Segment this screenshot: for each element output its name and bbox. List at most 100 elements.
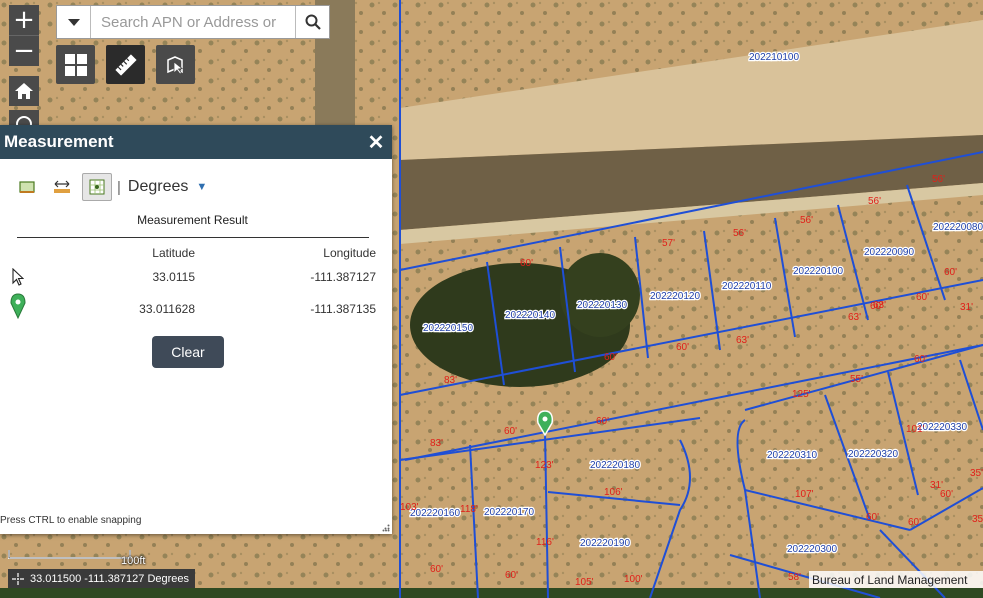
parcel-label[interactable]: 202220150 <box>422 322 475 336</box>
dimension-label: 31' <box>930 480 943 491</box>
cursor-latitude: 33.0115 <box>152 270 196 284</box>
marker-longitude: -111.387135 <box>310 302 376 316</box>
dimension-label: 55' <box>850 374 863 385</box>
measurement-panel: Measurement ✕ | Degrees ▼ Measurement Res… <box>0 125 392 534</box>
snap-hint: Press CTRL to enable snapping <box>0 515 142 526</box>
home-icon <box>15 83 33 99</box>
dimension-label: 83' <box>430 438 443 449</box>
coordinate-readout[interactable]: 33.011500 -111.387127 Degrees <box>8 569 196 588</box>
dimension-label: 106' <box>604 487 623 498</box>
parcel-label[interactable]: 202220120 <box>649 290 702 304</box>
dimension-label: 105' <box>575 577 594 588</box>
map-pin-icon <box>10 293 26 319</box>
bottom-vegetation <box>0 588 983 598</box>
area-measure-icon <box>19 181 35 193</box>
dimension-label: 118' <box>460 504 478 515</box>
dimension-label: 56' <box>733 228 746 239</box>
unit-dropdown[interactable]: Degrees ▼ <box>128 178 207 196</box>
dimension-label: 60' <box>596 416 609 427</box>
search-box <box>56 5 330 39</box>
dimension-label: 116' <box>536 537 554 548</box>
crosshair-icon <box>12 572 24 585</box>
location-tool-button[interactable] <box>82 173 112 201</box>
dimension-label: 56' <box>932 174 945 185</box>
dimension-label: 35' <box>970 468 983 479</box>
dimension-label: 125' <box>792 389 811 400</box>
tree-cluster <box>560 253 640 337</box>
parcel-label[interactable]: 202220170 <box>483 506 536 520</box>
parcel-label[interactable]: 202220090 <box>863 246 916 260</box>
dimension-label: 107' <box>795 489 814 500</box>
area-tool-button[interactable] <box>12 173 42 201</box>
distance-tool-button[interactable] <box>47 173 77 201</box>
longitude-header: Longitude <box>323 246 376 260</box>
scale-bar <box>8 550 131 559</box>
clear-button[interactable]: Clear <box>152 336 224 368</box>
search-icon <box>305 14 321 30</box>
identify-tool-button[interactable] <box>156 45 195 84</box>
parcel-label[interactable]: 202220110 <box>721 280 773 294</box>
dimension-label: 101' <box>906 424 925 435</box>
close-icon[interactable]: ✕ <box>364 130 388 155</box>
measure-tool-button[interactable] <box>106 45 145 84</box>
search-input[interactable] <box>91 6 295 38</box>
dimension-label: 60' <box>914 354 927 365</box>
dimension-label: 63' <box>873 300 886 311</box>
zoom-out-button[interactable]: − <box>9 35 39 66</box>
grid-icon <box>64 53 87 76</box>
unit-value: Degrees <box>127 178 189 195</box>
dimension-label: 60' <box>430 564 443 575</box>
toolbar-separator: | <box>117 178 121 196</box>
latitude-header: Latitude <box>152 246 195 260</box>
dimension-label: 60' <box>916 292 929 303</box>
zoom-in-button[interactable]: + <box>9 5 39 35</box>
result-divider <box>17 237 369 238</box>
dimension-label: 60' <box>604 352 617 363</box>
parcel-label[interactable]: 202210100 <box>748 51 801 65</box>
parcel-label[interactable]: 202220310 <box>766 449 819 463</box>
pointer-map-icon <box>166 55 183 75</box>
parcel-label[interactable]: 202220100 <box>792 265 845 279</box>
dimension-label: 63' <box>736 335 749 346</box>
dimension-label: 100' <box>624 574 643 585</box>
locate-icon <box>16 116 32 125</box>
measurement-tools: | Degrees ▼ <box>12 173 207 201</box>
locate-button[interactable] <box>9 110 39 125</box>
caret-down-icon: ▼ <box>196 181 208 193</box>
parcel-label[interactable]: 202220130 <box>576 299 629 313</box>
basemap-gallery-button[interactable] <box>56 45 95 84</box>
coordinate-text: 33.011500 -111.387127 Degrees <box>30 572 190 585</box>
resize-handle-icon[interactable] <box>382 524 390 532</box>
dimension-label: 60' <box>505 570 518 581</box>
parcel-label[interactable]: 202220140 <box>504 309 557 323</box>
dimension-label: 60' <box>944 267 957 278</box>
parcel-label[interactable]: 202220180 <box>589 459 642 473</box>
dimension-label: 60' <box>866 512 879 523</box>
attribution: Bureau of Land Management <box>809 571 983 588</box>
dimension-label: 58' <box>788 572 801 583</box>
dimension-label: 83' <box>444 375 457 386</box>
panel-title: Measurement <box>4 132 114 151</box>
dimension-label: 31' <box>960 302 973 313</box>
scale-label: 100ft <box>121 555 146 567</box>
dimension-label: 60' <box>908 517 921 528</box>
parcel-label[interactable]: 202220320 <box>847 448 900 462</box>
ruler-icon <box>114 53 137 76</box>
home-button[interactable] <box>9 76 39 106</box>
dimension-label: 35' <box>972 514 983 525</box>
dimension-label: 60' <box>676 342 689 353</box>
distance-measure-icon <box>54 180 70 193</box>
dimension-label: 60' <box>520 258 533 269</box>
dimension-label: 103' <box>400 502 419 513</box>
cursor-longitude: -111.387127 <box>310 270 376 284</box>
cursor-icon <box>12 268 24 286</box>
search-button[interactable] <box>295 6 329 38</box>
dimension-label: 60' <box>504 426 517 437</box>
marker-latitude: 33.011628 <box>139 302 195 316</box>
parcel-label[interactable]: 202220190 <box>579 537 632 551</box>
parcel-label[interactable]: 202220300 <box>786 543 839 557</box>
parcel-label[interactable]: 202220080 <box>932 221 983 235</box>
search-source-dropdown[interactable] <box>57 6 91 38</box>
dimension-label: 63' <box>848 312 861 323</box>
location-measure-icon <box>89 179 105 195</box>
